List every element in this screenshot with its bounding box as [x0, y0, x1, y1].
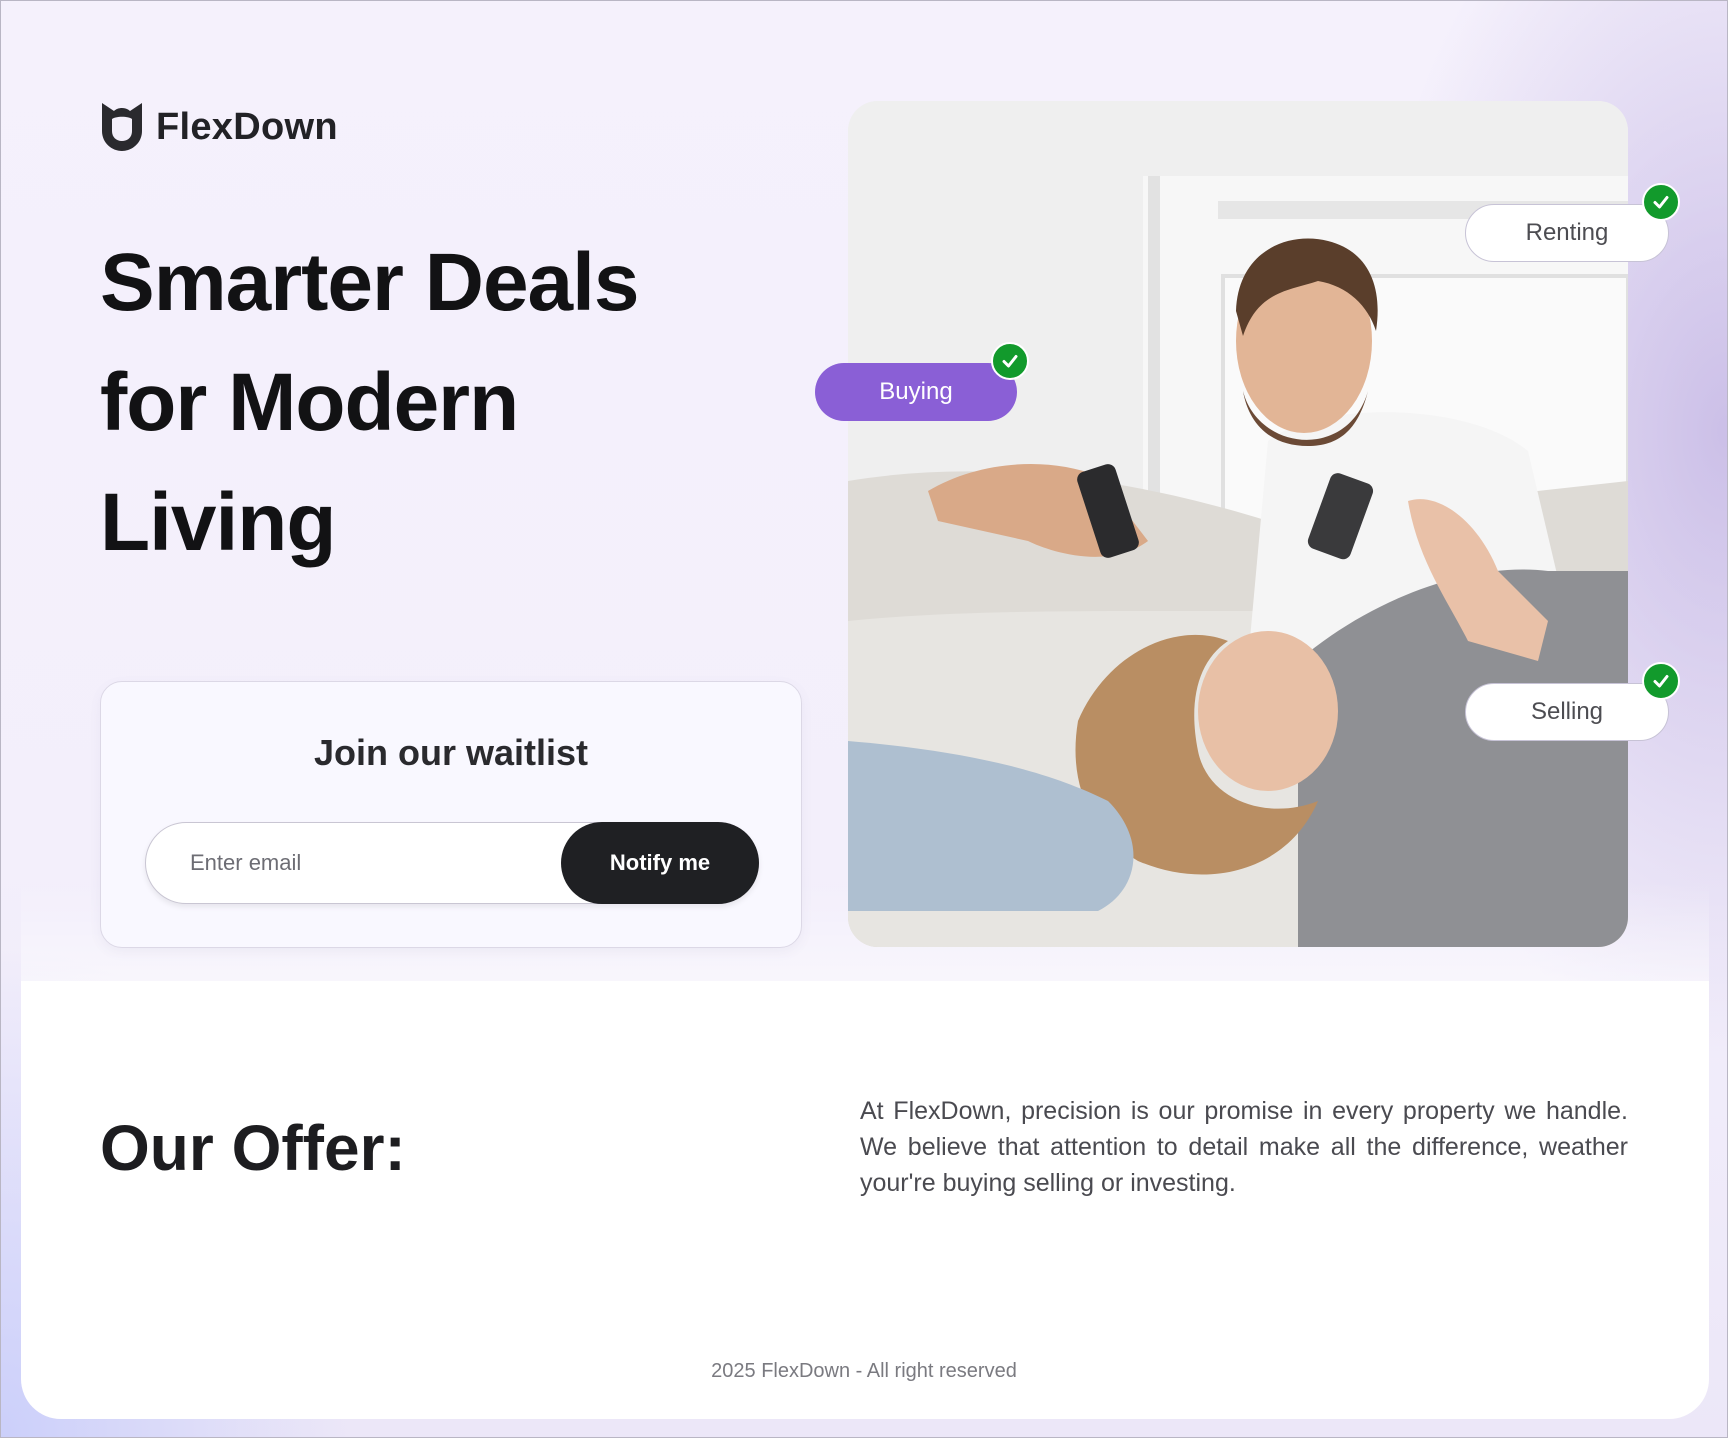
shield-logo-icon — [102, 103, 142, 151]
check-icon — [991, 342, 1029, 380]
brand-logo[interactable]: FlexDown — [100, 101, 338, 153]
offer-description: At FlexDown, precision is our promise in… — [860, 1097, 1628, 1197]
email-input[interactable] — [146, 823, 566, 903]
footer-copyright: 2025 FlexDown - All right reserved — [711, 1360, 1017, 1382]
tag-selling[interactable]: Selling — [1465, 683, 1669, 741]
tag-selling-label: Selling — [1530, 698, 1604, 725]
brand-name: FlexDown — [156, 105, 338, 148]
hero-title: Smarter Deals for Modern Living — [100, 237, 640, 568]
check-icon — [1642, 183, 1680, 221]
offer-title: Our Offer: — [100, 1112, 406, 1184]
waitlist-title: Join our waitlist — [313, 732, 589, 773]
tag-buying-label: Buying — [879, 378, 953, 405]
page-frame: FlexDown Smarter Deals for Modern Living… — [0, 0, 1728, 1438]
waitlist-card: Join our waitlist Notify me — [100, 681, 802, 948]
tag-renting-label: Renting — [1525, 219, 1609, 246]
tag-buying[interactable]: Buying — [815, 363, 1017, 421]
check-icon — [1642, 662, 1680, 700]
email-form: Notify me — [145, 822, 759, 904]
notify-me-button[interactable]: Notify me — [561, 822, 759, 904]
tag-renting[interactable]: Renting — [1465, 204, 1669, 262]
